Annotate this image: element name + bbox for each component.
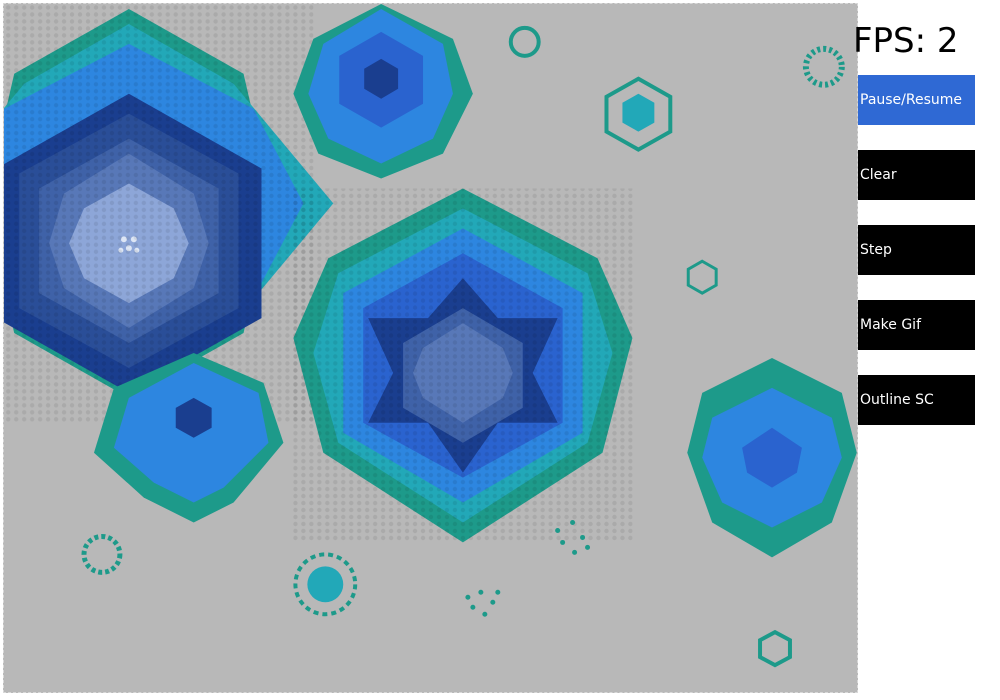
fps-counter: FPS: 2 <box>853 21 959 61</box>
small-hex-ring-bottom <box>758 629 792 668</box>
small-hex-ring-mid <box>686 259 718 295</box>
make-gif-button[interactable]: Make Gif <box>858 300 975 350</box>
snowflake-top-middle <box>293 4 473 179</box>
hex-outline-top <box>604 76 673 152</box>
snowflake-large-left <box>4 4 334 423</box>
small-flake-bottom-left <box>81 533 123 575</box>
step-button[interactable]: Step <box>858 225 975 275</box>
small-flake-top <box>508 25 845 88</box>
snowflake-right <box>687 357 857 558</box>
app-window: FPS: 2 Pause/Resume Clear Step Make Gif … <box>0 0 1000 700</box>
clear-button[interactable]: Clear <box>858 150 975 200</box>
snowflake-center <box>293 188 633 543</box>
small-flake-bottom-mid <box>293 552 358 617</box>
snowflake-svg[interactable] <box>4 4 857 692</box>
outline-sc-button[interactable]: Outline SC <box>858 375 975 425</box>
snowflake-canvas[interactable] <box>3 3 858 693</box>
pause-resume-button[interactable]: Pause/Resume <box>858 75 975 125</box>
